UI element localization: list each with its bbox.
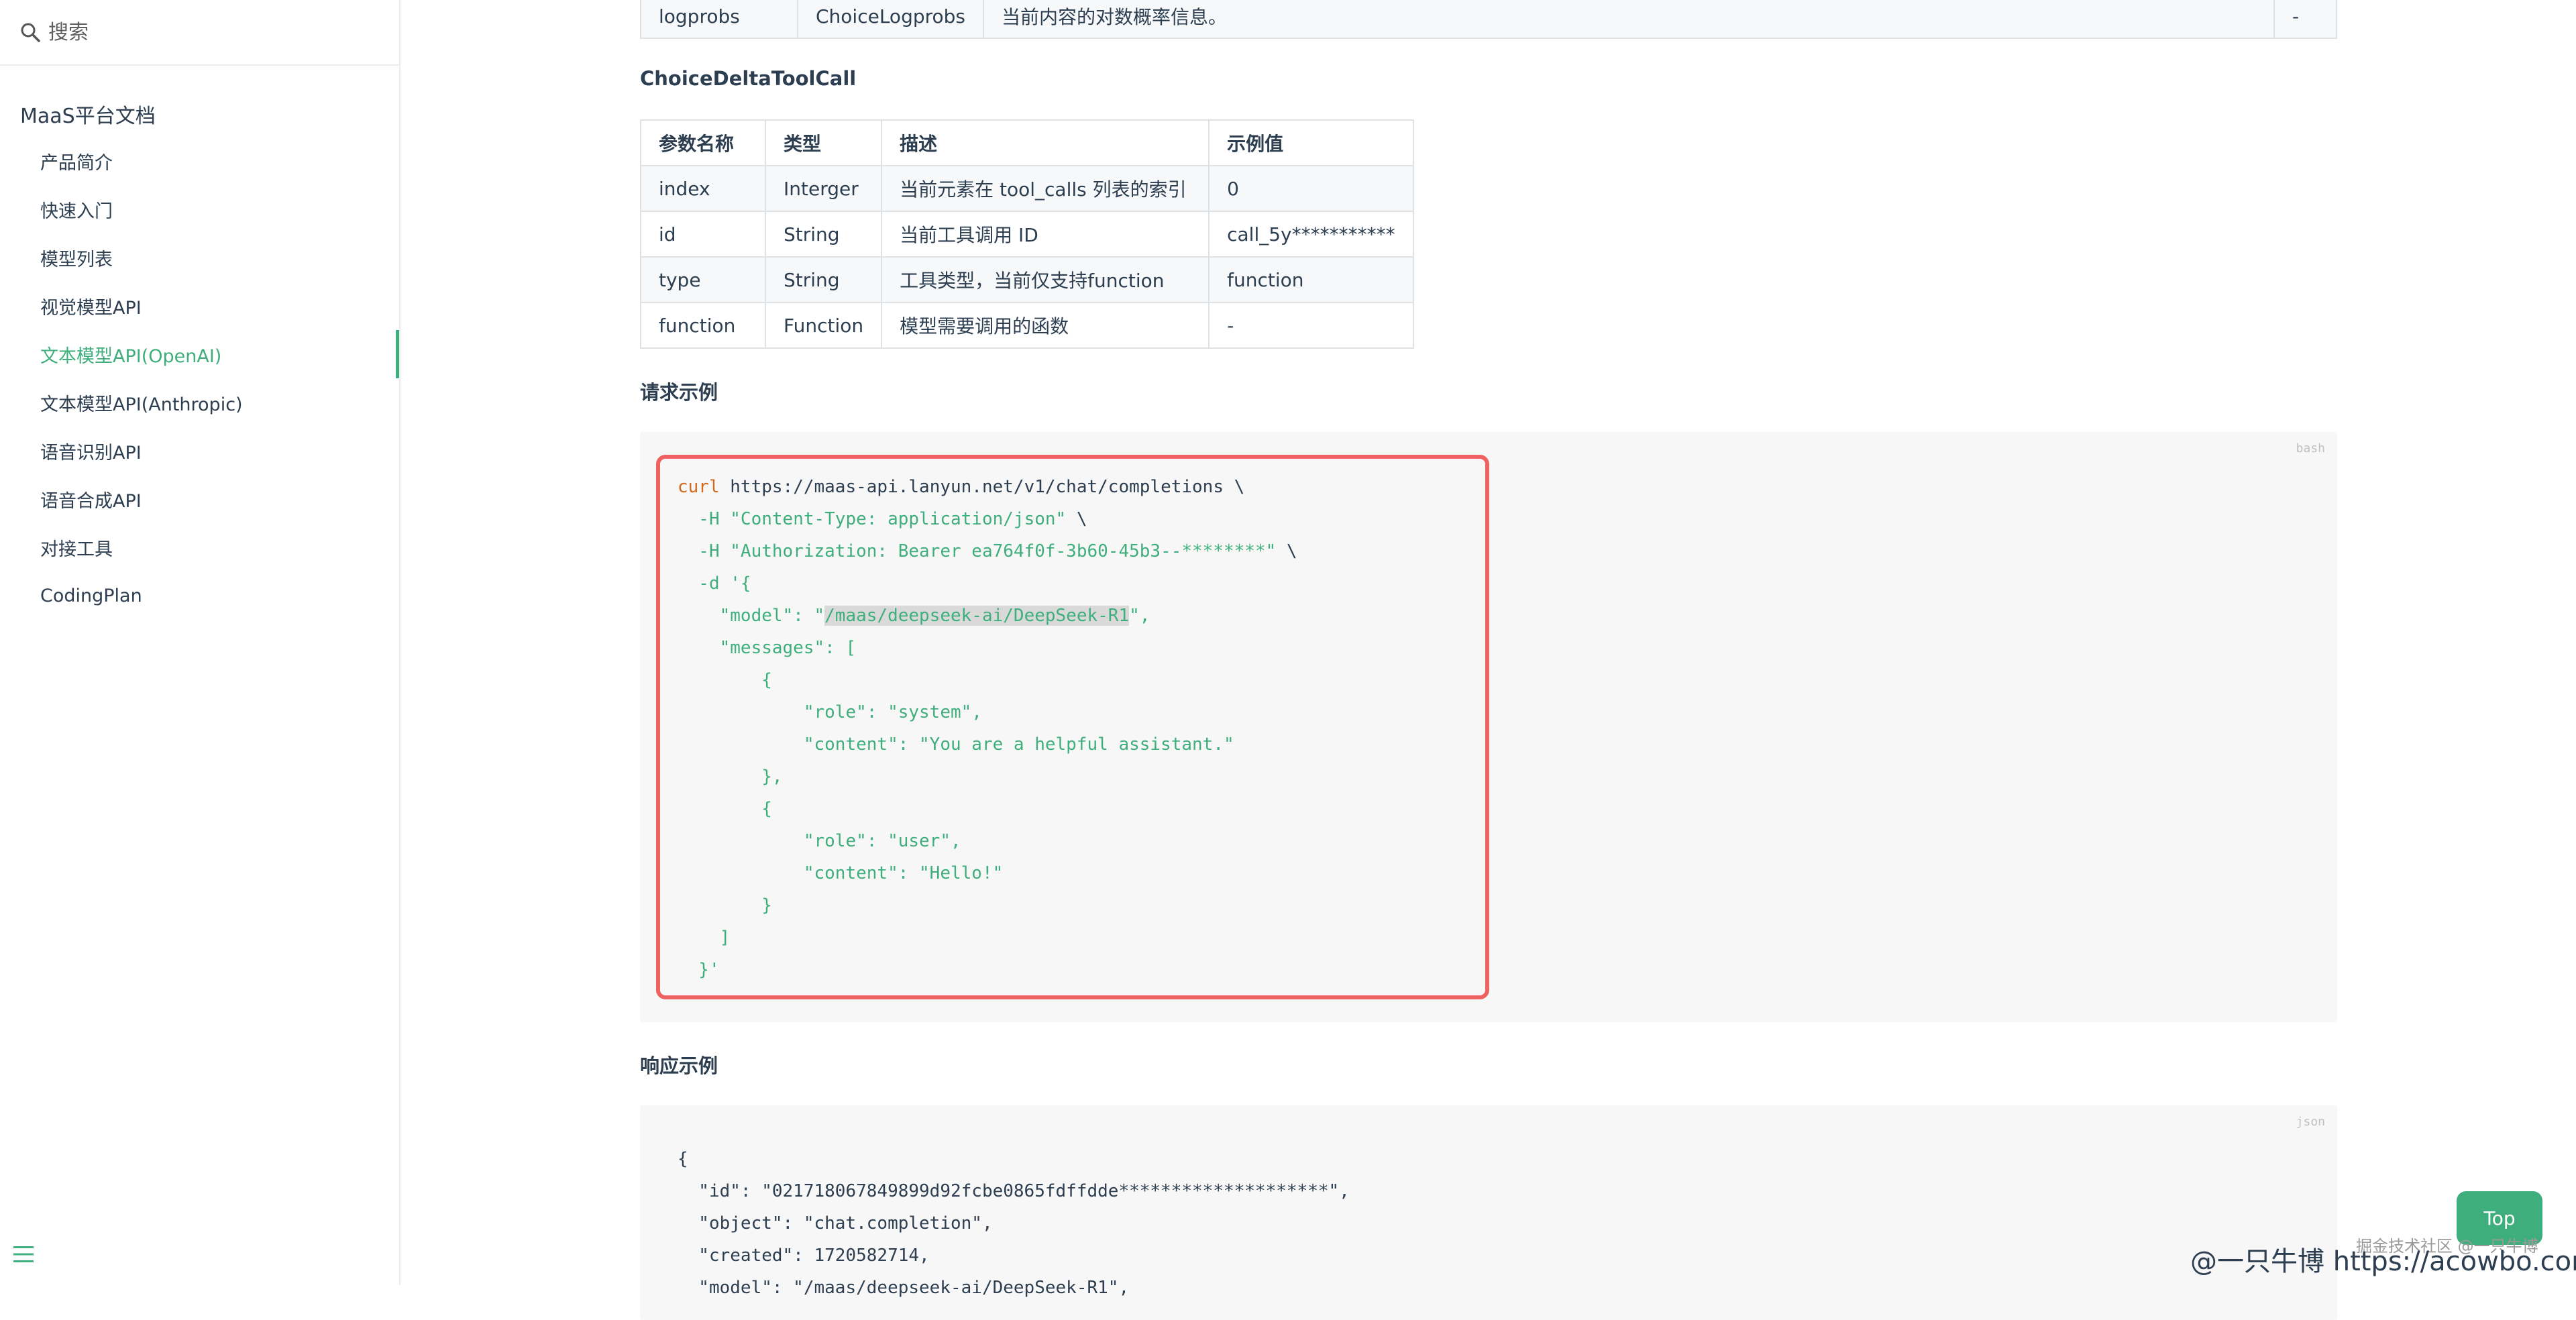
sidebar-title[interactable]: MaaS平台文档 [20, 99, 156, 129]
table-cell: 0 [1208, 165, 1414, 212]
table-header: 类型 [764, 119, 883, 166]
code-line: }' [678, 960, 720, 980]
table-cell: logprobs [640, 0, 798, 39]
code-line: }, [678, 767, 783, 787]
table-cell: Function [764, 302, 883, 349]
code-line: } [678, 895, 772, 916]
code-language-tag: bash [2296, 441, 2325, 455]
search-input[interactable] [47, 19, 372, 45]
table-cell: index [640, 165, 766, 212]
table-cell: call_5y*********** [1208, 211, 1414, 258]
main-content: logprobs ChoiceLogprobs 当前内容的对数概率信息。 - C… [400, 0, 2576, 1320]
table-header: 示例值 [1208, 119, 1414, 166]
code-token: "Content-Type: application/json" [719, 509, 1067, 529]
sidebar-nav: 产品简介 快速入门 模型列表 视觉模型API 文本模型API(OpenAI) 文… [0, 137, 399, 620]
sidebar-item-text-api-anthropic[interactable]: 文本模型API(Anthropic) [0, 378, 399, 427]
table-cell: 当前元素在 tool_calls 列表的索引 [881, 165, 1210, 212]
code-token: curl [678, 477, 720, 497]
section-heading-response-example: 响应示例 [640, 1054, 718, 1077]
table-cell: String [764, 256, 883, 303]
code-token: \ [1276, 541, 1297, 561]
code-token: -d [678, 573, 720, 594]
sidebar: MaaS平台文档 产品简介 快速入门 模型列表 视觉模型API 文本模型API(… [0, 0, 400, 1285]
code-line: "content": "Hello!" [678, 863, 1004, 883]
code-line: ] [678, 928, 731, 948]
section-heading-request-example: 请求示例 [640, 381, 718, 404]
code-line: "role": "system", [678, 702, 982, 722]
table-row: index Interger 当前元素在 tool_calls 列表的索引 0 [640, 165, 1414, 212]
selected-text[interactable]: /maas/deepseek-ai/DeepSeek-R1 [824, 606, 1130, 626]
code-line: "messages": [ [678, 638, 857, 658]
sidebar-item-quickstart[interactable]: 快速入门 [0, 185, 399, 233]
search-icon [19, 21, 42, 44]
code-token: '{ [719, 573, 751, 594]
request-code-block[interactable]: bash curl https://maas-api.lanyun.net/v1… [640, 432, 2337, 1022]
table-cell: String [764, 211, 883, 258]
choice-delta-table-tail: logprobs ChoiceLogprobs 当前内容的对数概率信息。 - [640, 0, 2337, 39]
table-cell: function [640, 302, 766, 349]
table-row: function Function 模型需要调用的函数 - [640, 302, 1414, 349]
table-cell: - [1208, 302, 1414, 349]
table-row: logprobs ChoiceLogprobs 当前内容的对数概率信息。 - [640, 0, 2337, 39]
section-heading-tool-call: ChoiceDeltaToolCall [640, 67, 857, 90]
table-row: type String 工具类型，当前仅支持function function [640, 256, 1414, 303]
code-line: "model": "/maas/deepseek-ai/DeepSeek-R1"… [678, 1278, 1130, 1298]
code-token: ", [1129, 606, 1150, 626]
sidebar-item-intro[interactable]: 产品简介 [0, 137, 399, 185]
table-cell: type [640, 256, 766, 303]
table-cell: 工具类型，当前仅支持function [881, 256, 1210, 303]
table-cell: function [1208, 256, 1414, 303]
request-code[interactable]: curl https://maas-api.lanyun.net/v1/chat… [678, 471, 1297, 986]
sidebar-item-vision-api[interactable]: 视觉模型API [0, 282, 399, 330]
response-code-block[interactable]: json { "id": "021718067849899d92fcbe0865… [640, 1105, 2337, 1320]
table-row: id String 当前工具调用 ID call_5y*********** [640, 211, 1414, 258]
table-cell: id [640, 211, 766, 258]
code-language-tag: json [2296, 1115, 2325, 1129]
table-header-row: 参数名称 类型 描述 示例值 [640, 119, 1414, 166]
menu-icon[interactable] [12, 1244, 35, 1264]
code-token: -H [678, 541, 720, 561]
code-line: { [678, 1149, 688, 1169]
code-line: "content": "You are a helpful assistant.… [678, 734, 1234, 755]
code-line: { [678, 670, 772, 690]
sidebar-item-asr-api[interactable]: 语音识别API [0, 427, 399, 475]
table-cell: 模型需要调用的函数 [881, 302, 1210, 349]
table-header: 描述 [881, 119, 1210, 166]
table-header: 参数名称 [640, 119, 766, 166]
sidebar-item-text-api-openai[interactable]: 文本模型API(OpenAI) [0, 330, 399, 378]
code-token: https://maas-api.lanyun.net/v1/chat/comp… [719, 477, 1245, 497]
code-token: "model": " [678, 606, 825, 626]
code-line: "created": 1720582714, [678, 1246, 930, 1266]
code-token: \ [1066, 509, 1087, 529]
code-line: "object": "chat.completion", [678, 1213, 993, 1233]
response-code[interactable]: { "id": "021718067849899d92fcbe0865fdffd… [678, 1143, 1350, 1304]
code-token: -H [678, 509, 720, 529]
tool-call-table: 参数名称 类型 描述 示例值 index Interger 当前元素在 tool… [640, 119, 1414, 349]
code-line: "role": "user", [678, 831, 961, 851]
code-line: "id": "021718067849899d92fcbe0865fdffdde… [678, 1181, 1350, 1201]
table-cell: 当前内容的对数概率信息。 [983, 0, 2275, 39]
watermark: @一只牛博 https://acowbo.com [2190, 1246, 2576, 1277]
search-bar [0, 0, 399, 66]
table-cell: ChoiceLogprobs [796, 0, 985, 39]
sidebar-item-model-list[interactable]: 模型列表 [0, 233, 399, 282]
sidebar-item-integrations[interactable]: 对接工具 [0, 523, 399, 571]
table-cell: 当前工具调用 ID [881, 211, 1210, 258]
code-token: "Authorization: Bearer ea764f0f-3b60-45b… [719, 541, 1277, 561]
table-cell: - [2273, 0, 2337, 39]
sidebar-item-tts-api[interactable]: 语音合成API [0, 475, 399, 523]
code-line: { [678, 799, 772, 819]
table-cell: Interger [764, 165, 883, 212]
sidebar-item-codingplan[interactable]: CodingPlan [0, 571, 399, 620]
